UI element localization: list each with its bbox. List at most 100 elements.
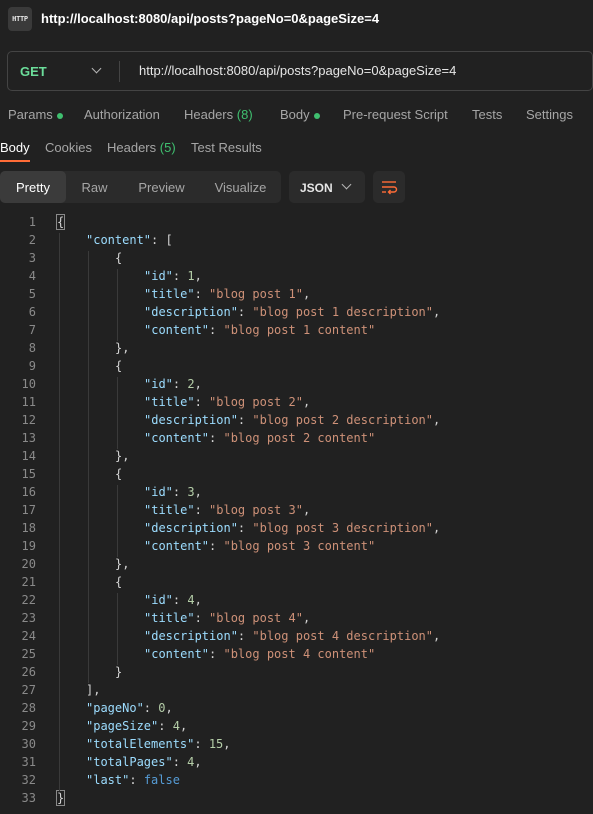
tab-label: Body <box>280 107 310 122</box>
tab-tests[interactable]: Tests <box>472 107 502 122</box>
code-text: "pageSize": 4, <box>86 719 187 733</box>
code-token: , <box>433 305 441 319</box>
tab-params[interactable]: Params <box>8 107 63 122</box>
code-token: "id" <box>144 269 173 283</box>
tab-settings[interactable]: Settings <box>526 107 573 122</box>
view-visualize[interactable]: Visualize <box>200 171 281 203</box>
code-token: , <box>223 737 231 751</box>
response-tab-test-results[interactable]: Test Results <box>191 140 262 155</box>
tab-label: Tests <box>472 107 503 122</box>
response-body-editor[interactable]: 1{2 "content": [3{4 "id": 1, 5 "title": "blo… <box>0 214 593 814</box>
divider <box>119 61 120 82</box>
format-select[interactable]: JSON <box>289 171 365 203</box>
code-token: { <box>115 575 123 589</box>
wrap-lines-button[interactable] <box>373 171 405 203</box>
code-line: 30 "totalElements": 15, <box>0 737 593 755</box>
code-line: 31 "totalPages": 4, <box>0 755 593 773</box>
code-text: "content": "blog post 3 content" <box>144 539 375 553</box>
code-token: }, <box>115 341 130 355</box>
code-text: } <box>115 665 122 679</box>
code-token: "content" <box>144 431 210 445</box>
http-icon-text: HTTP <box>12 15 28 23</box>
code-token: : <box>237 629 253 643</box>
code-token: : <box>172 377 188 391</box>
tab-authorization[interactable]: Authorization <box>84 107 160 122</box>
line-number: 21 <box>21 575 36 589</box>
code-token: "blog post 4 description" <box>252 629 433 643</box>
code-text: ], <box>86 683 100 697</box>
code-token: "blog post 4" <box>209 611 303 625</box>
line-number: 4 <box>28 269 36 283</box>
code-token: "blog post 1 description" <box>252 305 433 319</box>
code-token: "totalPages" <box>86 755 173 769</box>
code-token: 15 <box>208 737 224 751</box>
line-number: 22 <box>21 593 36 607</box>
response-tab-cookies[interactable]: Cookies <box>45 140 92 155</box>
code-token: { <box>115 359 123 373</box>
code-text: { <box>115 251 122 265</box>
code-token: : <box>194 737 209 751</box>
code-token: "blog post 3 description" <box>252 521 433 535</box>
request-tabs: Params Authorization Headers (8) Body Pr… <box>0 100 593 130</box>
code-text: "id": 4, <box>144 593 202 607</box>
code-token: : <box>172 755 188 769</box>
line-number: 14 <box>21 449 36 463</box>
code-text: }, <box>115 341 129 355</box>
code-text: "content": "blog post 1 content" <box>144 323 375 337</box>
response-tabs: Body Cookies Headers (5) Test Results <box>0 133 593 163</box>
code-token: "title" <box>144 395 195 409</box>
code-token: "id" <box>144 593 173 607</box>
code-token: "description" <box>144 413 238 427</box>
method-select[interactable]: GET <box>8 52 120 90</box>
status-dot-icon <box>56 112 63 119</box>
code-token: 4 <box>187 593 195 607</box>
code-text: "description": "blog post 3 description"… <box>144 521 440 535</box>
code-text: "id": 1, <box>144 269 202 283</box>
code-line: 32 "last": false <box>0 773 593 791</box>
code-text: { <box>55 214 66 230</box>
code-text: "last": false <box>86 773 180 787</box>
code-token: : <box>237 413 253 427</box>
view-preview[interactable]: Preview <box>123 171 200 203</box>
view-pretty[interactable]: Pretty <box>0 171 66 203</box>
code-token: , <box>194 377 202 391</box>
line-number: 3 <box>28 251 36 265</box>
http-icon: HTTP <box>8 7 32 31</box>
tab-headers[interactable]: Headers (8) <box>184 107 253 122</box>
code-token: "content" <box>86 233 152 247</box>
tab-pre-request-script[interactable]: Pre-request Script <box>343 107 448 122</box>
response-view-bar: Pretty Raw Preview Visualize JSON <box>0 171 593 205</box>
code-text: "id": 2, <box>144 377 202 391</box>
code-token: "description" <box>144 305 238 319</box>
tab-body[interactable]: Body <box>280 107 320 122</box>
code-text: { <box>115 575 122 589</box>
line-number: 33 <box>21 791 36 805</box>
code-token: "content" <box>144 647 210 661</box>
code-token: { <box>55 214 66 230</box>
code-text: "id": 3, <box>144 485 202 499</box>
tab-label: Body <box>0 140 30 155</box>
code-token: , <box>302 287 311 301</box>
line-number: 24 <box>21 629 36 643</box>
code-token: , <box>194 485 202 499</box>
response-tab-body[interactable]: Body <box>0 140 30 155</box>
code-text: "title": "blog post 4", <box>144 611 310 625</box>
code-token: "last" <box>86 773 130 787</box>
code-token: : <box>209 647 224 661</box>
code-text: "pageNo": 0, <box>86 701 173 715</box>
url-input[interactable]: http://localhost:8080/api/posts?pageNo=0… <box>139 63 456 78</box>
line-number: 1 <box>28 215 36 229</box>
view-raw[interactable]: Raw <box>66 171 123 203</box>
code-token: "description" <box>144 521 238 535</box>
line-number: 15 <box>21 467 36 481</box>
code-line: 27], <box>0 683 593 701</box>
line-number: 26 <box>21 665 36 679</box>
code-text: }, <box>115 449 129 463</box>
indent-guide <box>59 233 60 791</box>
tab-label: Headers <box>107 140 157 155</box>
line-number: 8 <box>28 341 36 355</box>
code-token: "content" <box>144 539 210 553</box>
response-tab-headers[interactable]: Headers (5) <box>107 140 176 155</box>
line-number: 16 <box>21 485 36 499</box>
line-number: 2 <box>28 233 36 247</box>
